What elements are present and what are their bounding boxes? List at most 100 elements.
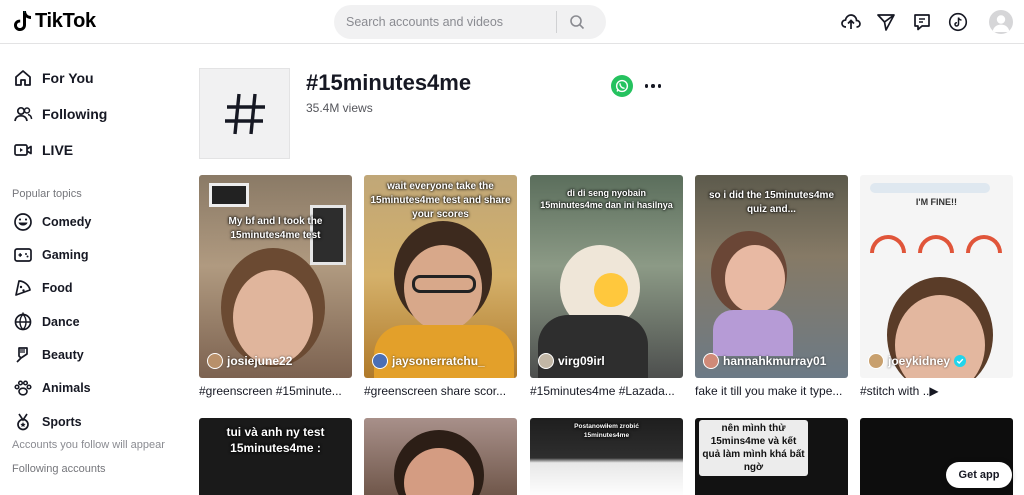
hashtag-title: #15minutes4me (306, 70, 472, 95)
video-card[interactable]: so i did the 15minutes4me quiz and... ha… (695, 175, 848, 398)
search-button[interactable] (557, 5, 597, 39)
topic-label: Comedy (42, 215, 92, 229)
topic-label: Gaming (42, 248, 89, 262)
video-overlay-text: I'M FINE!! (915, 197, 958, 207)
video-caption[interactable]: #15minutes4me #Lazada... (530, 384, 680, 398)
video-overlay-text: wait everyone take the 15minutes4me test… (370, 181, 511, 220)
video-thumbnail[interactable]: I'M FINE!! joeykidney (860, 175, 1013, 378)
whatsapp-icon (615, 79, 629, 93)
video-card[interactable]: wait everyone take the 15minutes4me test… (364, 175, 517, 398)
topic-label: Food (42, 281, 73, 295)
person-figure (233, 270, 313, 365)
video-caption[interactable]: fake it till you make it type... (695, 384, 845, 398)
author-avatar (703, 353, 719, 369)
video-thumbnail[interactable]: Postanowiłem zrobić 15minutes4me (530, 418, 683, 495)
topic-label: Dance (42, 315, 80, 329)
topic-food[interactable]: Food (12, 276, 73, 300)
video-caption[interactable]: #stitch with ..▶ (860, 384, 1010, 398)
nav-label-following: Following (42, 106, 108, 122)
medal-icon (12, 411, 34, 433)
author-username: josiejune22 (227, 354, 293, 368)
nav-label-live: LIVE (42, 142, 74, 158)
video-card[interactable]: My bf and I took the 15minutes4me test j… (199, 175, 352, 398)
video-thumbnail[interactable] (364, 418, 517, 495)
home-icon (12, 67, 34, 89)
top (713, 310, 793, 356)
video-thumbnail[interactable]: nên mình thử 15mins4me và kết quả làm mì… (695, 418, 848, 495)
video-card[interactable]: Postanowiłem zrobić 15minutes4me (530, 418, 683, 495)
video-thumbnail[interactable]: so i did the 15minutes4me quiz and... ha… (695, 175, 848, 378)
dot-icon (644, 84, 649, 88)
video-author[interactable]: jaysonerratchu_ (372, 353, 485, 369)
author-avatar (538, 353, 554, 369)
topic-animals[interactable]: Animals (12, 376, 91, 400)
nav-following[interactable]: Following (12, 101, 107, 127)
video-overlay-text: so i did the 15minutes4me quiz and... (708, 190, 835, 215)
topic-sports[interactable]: Sports (12, 410, 82, 434)
get-app-button[interactable]: Get app (946, 462, 1012, 488)
video-card[interactable]: tui và anh ny test 15minutes4me : (199, 418, 352, 495)
gauge (966, 235, 1002, 253)
message-icon[interactable] (910, 10, 934, 34)
topic-beauty[interactable]: Beauty (12, 343, 84, 367)
video-card[interactable]: nên mình thử 15mins4me và kết quả làm mì… (695, 418, 848, 495)
sidebar: For You Following LIVE Popular topics Co… (0, 45, 150, 495)
video-thumbnail[interactable]: My bf and I took the 15minutes4me test j… (199, 175, 352, 378)
profile-avatar[interactable] (989, 10, 1013, 34)
video-thumbnail[interactable]: di di seng nyobain 15minutes4me dan ini … (530, 175, 683, 378)
video-card[interactable] (364, 418, 517, 495)
topic-label: Sports (42, 415, 82, 429)
author-username: virg09irl (558, 354, 605, 368)
brush-icon (12, 344, 34, 366)
video-author[interactable]: joeykidney (868, 353, 967, 369)
topic-label: Beauty (42, 348, 84, 362)
topic-comedy[interactable]: Comedy (12, 210, 91, 234)
logo-text: TikTok (35, 9, 96, 32)
search-input[interactable] (334, 5, 556, 39)
whatsapp-share-button[interactable] (611, 75, 633, 97)
video-caption[interactable]: #greenscreen share scor... (364, 384, 514, 398)
hashtag-avatar (199, 68, 290, 159)
tiktok-circle-icon[interactable] (946, 10, 970, 34)
video-thumbnail[interactable]: tui và anh ny test 15minutes4me : (199, 418, 352, 495)
video-card[interactable]: di di seng nyobain 15minutes4me dan ini … (530, 175, 683, 398)
nav-live[interactable]: LIVE (12, 137, 73, 163)
author-avatar (868, 353, 884, 369)
topic-dance[interactable]: Dance (12, 310, 80, 334)
smile-icon (12, 211, 34, 233)
person-figure (725, 245, 785, 313)
following-accounts-note: Accounts you follow will appear (12, 439, 165, 451)
emoji-sticker (594, 273, 628, 307)
glasses (412, 275, 476, 293)
author-avatar (207, 353, 223, 369)
video-thumbnail[interactable]: wait everyone take the 15minutes4me test… (364, 175, 517, 378)
author-username: jaysonerratchu_ (392, 354, 485, 368)
tiktok-logo[interactable]: TikTok (12, 9, 96, 33)
paw-icon (12, 377, 34, 399)
hashtag-icon (224, 93, 265, 134)
author-username: joeykidney (888, 354, 951, 368)
more-options-button[interactable] (642, 76, 664, 96)
video-overlay-text: Postanowiłem zrobić 15minutes4me (574, 423, 639, 439)
send-icon[interactable] (874, 10, 898, 34)
hashtag-views: 35.4M views (306, 101, 373, 115)
video-author[interactable]: hannahkmurray01 (703, 353, 826, 369)
video-author[interactable]: virg09irl (538, 353, 605, 369)
nav-for-you[interactable]: For You (12, 65, 94, 91)
dot-icon (657, 84, 662, 88)
video-card[interactable]: I'M FINE!! joeykidney #stitch with ..▶ (860, 175, 1013, 398)
gauge (870, 235, 906, 253)
video-author[interactable]: josiejune22 (207, 353, 292, 369)
people-icon (12, 103, 34, 125)
search-icon (570, 15, 585, 30)
top-header: TikTok (0, 0, 1024, 44)
pizza-icon (12, 277, 34, 299)
hoodie (374, 325, 514, 378)
gamepad-icon (12, 244, 34, 266)
popular-topics-heading: Popular topics (12, 188, 82, 200)
topic-gaming[interactable]: Gaming (12, 243, 89, 267)
video-overlay-text: di di seng nyobain 15minutes4me dan ini … (540, 188, 673, 210)
video-caption[interactable]: #greenscreen #15minute... (199, 384, 349, 398)
upload-cloud-icon[interactable] (839, 10, 863, 34)
video-overlay-text: nên mình thử 15mins4me và kết quả làm mì… (699, 420, 808, 476)
